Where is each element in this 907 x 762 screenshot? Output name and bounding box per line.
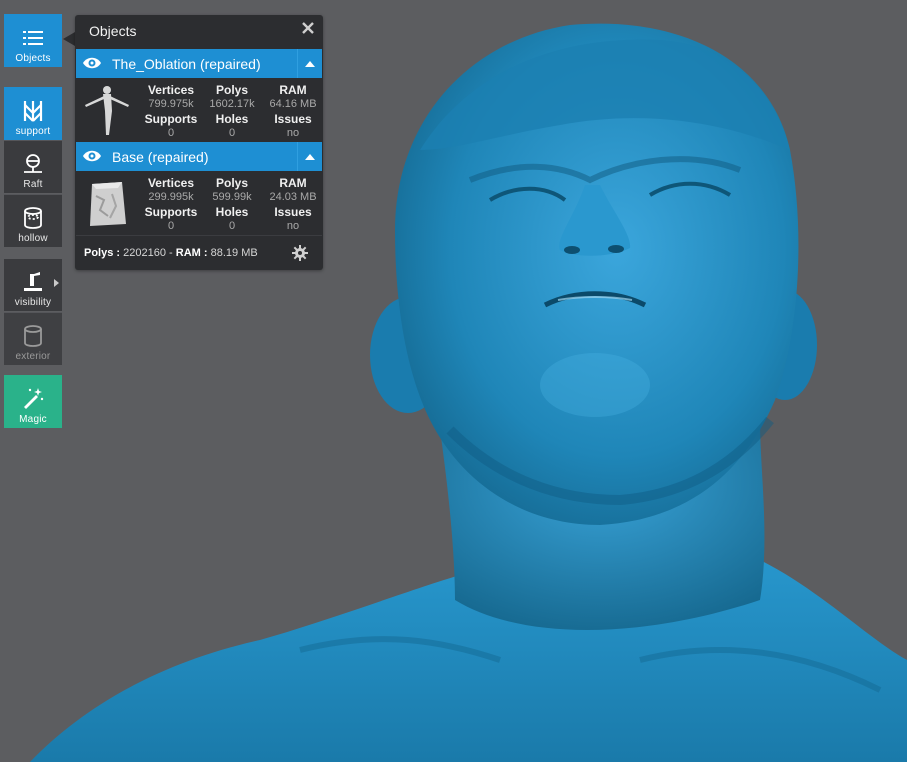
expand-arrow-icon — [54, 279, 59, 287]
object-header-oblation[interactable]: The_Oblation (repaired) — [76, 49, 322, 78]
collapse-arrow-icon[interactable] — [297, 142, 322, 171]
stat-supports: Supports 0 — [144, 112, 198, 139]
raft-button-label: Raft — [23, 179, 43, 190]
support-icon — [20, 98, 46, 124]
exterior-button-label: exterior — [15, 351, 51, 362]
object-name: The_Oblation (repaired) — [112, 56, 261, 72]
stat-holes: Holes 0 — [215, 205, 249, 232]
gear-icon[interactable] — [292, 245, 308, 261]
panel-title: Objects — [89, 23, 137, 39]
object-header-base[interactable]: Base (repaired) — [76, 142, 322, 171]
stat-ram: RAM 64.16 MB — [269, 83, 317, 110]
objects-panel: Objects The_Oblation (repaired) Vertices… — [75, 15, 323, 270]
objects-button[interactable]: Objects — [4, 14, 62, 67]
visibility-icon — [20, 269, 46, 295]
object-details-oblation: Vertices 799.975k Polys 1602.17k RAM 64.16 … — [76, 79, 322, 141]
raft-icon — [20, 151, 46, 177]
list-icon — [20, 25, 46, 51]
exterior-button[interactable]: exterior — [4, 313, 62, 365]
stat-issues: Issues no — [274, 205, 312, 232]
object-details-base: Vertices 299.995k Polys 599.99k RAM 24.03 M… — [76, 172, 322, 234]
raft-button[interactable]: Raft — [4, 141, 62, 193]
stat-vertices: Vertices 799.975k — [147, 83, 195, 110]
panel-footer: Polys : 2202160 - RAM : 88.19 MB — [76, 235, 322, 270]
object-name: Base (repaired) — [112, 149, 209, 165]
stat-polys: Polys 1602.17k — [209, 83, 255, 110]
totals-text: Polys : 2202160 - RAM : 88.19 MB — [84, 247, 258, 259]
magic-button-label: Magic — [19, 414, 47, 425]
magic-wand-icon — [20, 386, 46, 412]
close-icon[interactable] — [301, 21, 315, 35]
eye-icon[interactable] — [82, 55, 102, 71]
stat-holes: Holes 0 — [215, 112, 249, 139]
stat-supports: Supports 0 — [144, 205, 198, 232]
magic-button[interactable]: Magic — [4, 375, 62, 428]
stat-polys: Polys 599.99k — [212, 176, 252, 203]
stat-vertices: Vertices 299.995k — [147, 176, 195, 203]
exterior-icon — [20, 323, 46, 349]
hollow-button[interactable]: hollow — [4, 195, 62, 247]
support-button[interactable]: support — [4, 87, 62, 140]
stat-ram: RAM 24.03 MB — [269, 176, 317, 203]
eye-icon[interactable] — [82, 148, 102, 164]
panel-pointer — [63, 32, 75, 46]
hollow-icon — [20, 205, 46, 231]
visibility-button-label: visibility — [14, 297, 52, 308]
collapse-arrow-icon[interactable] — [297, 49, 322, 78]
visibility-button[interactable]: visibility — [4, 259, 62, 311]
objects-button-label: Objects — [15, 53, 51, 64]
object-thumbnail — [82, 176, 132, 230]
hollow-button-label: hollow — [18, 233, 48, 244]
object-thumbnail — [82, 83, 132, 137]
stat-issues: Issues no — [274, 112, 312, 139]
support-button-label: support — [15, 126, 51, 137]
